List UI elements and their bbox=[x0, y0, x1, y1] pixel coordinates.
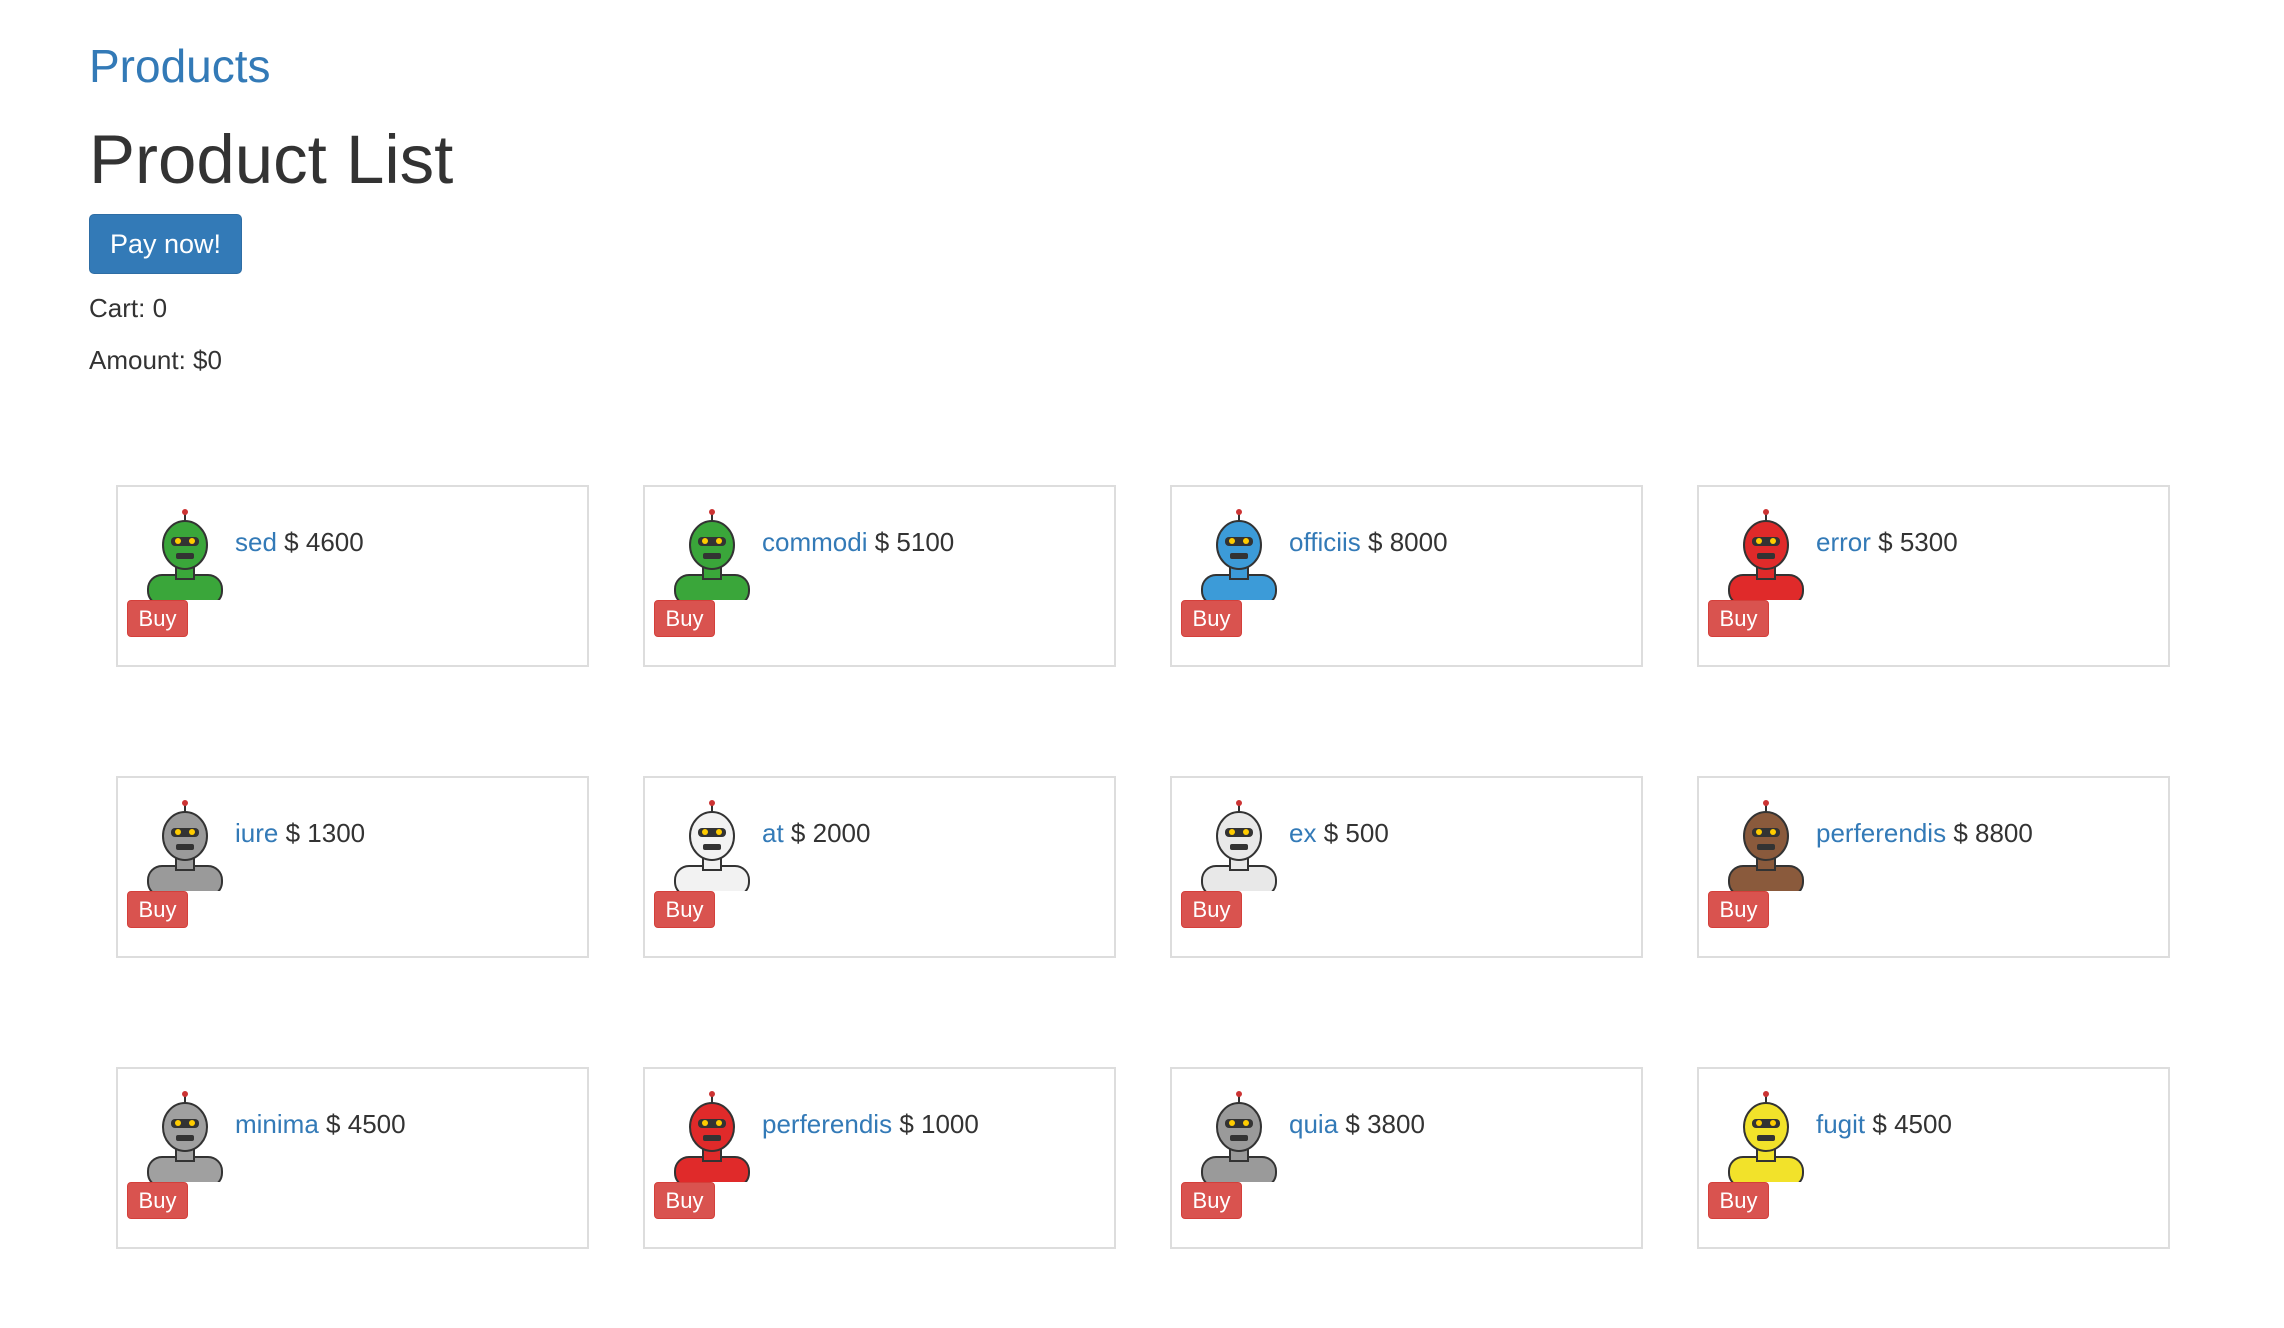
product-price: 4500 bbox=[1894, 1109, 1952, 1139]
product-info: ex $ 500 bbox=[1289, 818, 1389, 848]
buy-button[interactable]: Buy bbox=[654, 600, 715, 637]
product-name-link[interactable]: quia bbox=[1289, 1109, 1338, 1139]
product-info: at $ 2000 bbox=[762, 818, 870, 848]
product-card: perferendis $ 8800 Buy bbox=[1697, 776, 2170, 958]
product-card: at $ 2000 Buy bbox=[643, 776, 1116, 958]
product-card: iure $ 1300 Buy bbox=[116, 776, 589, 958]
robot-gray-small-icon bbox=[140, 1091, 230, 1182]
robot-yellow-icon bbox=[1721, 1091, 1811, 1182]
product-info: fugit $ 4500 bbox=[1816, 1109, 1952, 1139]
currency-symbol: $ bbox=[1345, 1109, 1360, 1139]
product-card: quia $ 3800 Buy bbox=[1170, 1067, 1643, 1249]
product-info: error $ 5300 bbox=[1816, 527, 1958, 557]
robot-gray-icon bbox=[140, 800, 230, 891]
product-info: quia $ 3800 bbox=[1289, 1109, 1425, 1139]
currency-symbol: $ bbox=[1872, 1109, 1887, 1139]
product-price: 1300 bbox=[307, 818, 366, 848]
product-price: 8000 bbox=[1389, 527, 1448, 557]
buy-button[interactable]: Buy bbox=[1181, 1182, 1242, 1219]
product-name-link[interactable]: iure bbox=[235, 818, 278, 848]
product-info: perferendis $ 1000 bbox=[762, 1109, 979, 1139]
buy-button[interactable]: Buy bbox=[1708, 1182, 1769, 1219]
buy-button[interactable]: Buy bbox=[127, 891, 188, 928]
product-grid: sed $ 4600 Buy commodi $ 5100 Buy officiis $… bbox=[116, 485, 2178, 1249]
robot-red-antenna-icon bbox=[667, 1091, 757, 1182]
pay-now-button[interactable]: Pay now! bbox=[89, 214, 242, 274]
product-name-link[interactable]: fugit bbox=[1816, 1109, 1865, 1139]
robot-green-antenna-icon bbox=[667, 509, 757, 600]
robot-brown-icon bbox=[1721, 800, 1811, 891]
product-name-link[interactable]: officiis bbox=[1289, 527, 1361, 557]
product-name-link[interactable]: error bbox=[1816, 527, 1871, 557]
product-card: perferendis $ 1000 Buy bbox=[643, 1067, 1116, 1249]
product-price: 5100 bbox=[896, 527, 955, 557]
product-card: ex $ 500 Buy bbox=[1170, 776, 1643, 958]
currency-symbol: $ bbox=[874, 527, 890, 557]
robot-green-icon bbox=[140, 509, 230, 600]
product-price: 3800 bbox=[1367, 1109, 1425, 1139]
currency-symbol: $ bbox=[1878, 527, 1893, 557]
product-name-link[interactable]: at bbox=[762, 818, 784, 848]
product-price: 8800 bbox=[1975, 818, 2033, 848]
product-card: commodi $ 5100 Buy bbox=[643, 485, 1116, 667]
buy-button[interactable]: Buy bbox=[1708, 891, 1769, 928]
product-price: 4600 bbox=[305, 527, 364, 557]
product-info: iure $ 1300 bbox=[235, 818, 365, 848]
page-title: Product List bbox=[89, 121, 454, 198]
buy-button[interactable]: Buy bbox=[127, 600, 188, 637]
product-name-link[interactable]: perferendis bbox=[1816, 818, 1946, 848]
robot-gray-can-icon bbox=[1194, 1091, 1284, 1182]
product-info: officiis $ 8000 bbox=[1289, 527, 1448, 557]
product-info: minima $ 4500 bbox=[235, 1109, 406, 1139]
product-name-link[interactable]: minima bbox=[235, 1109, 319, 1139]
cart-amount: Amount: $0 bbox=[89, 345, 222, 375]
robot-blue-icon bbox=[1194, 509, 1284, 600]
robot-white-icon bbox=[667, 800, 757, 891]
buy-button[interactable]: Buy bbox=[654, 891, 715, 928]
buy-button[interactable]: Buy bbox=[1181, 600, 1242, 637]
product-card: fugit $ 4500 Buy bbox=[1697, 1067, 2170, 1249]
currency-symbol: $ bbox=[284, 527, 299, 557]
currency-symbol: $ bbox=[790, 818, 806, 848]
product-card: sed $ 4600 Buy bbox=[116, 485, 589, 667]
product-name-link[interactable]: sed bbox=[235, 527, 277, 557]
brand-link[interactable]: Products bbox=[89, 38, 271, 94]
buy-button[interactable]: Buy bbox=[1708, 600, 1769, 637]
product-name-link[interactable]: commodi bbox=[762, 527, 867, 557]
cart-count: Cart: 0 bbox=[89, 293, 168, 323]
product-info: perferendis $ 8800 bbox=[1816, 818, 2033, 848]
currency-symbol: $ bbox=[1323, 818, 1339, 848]
currency-symbol: $ bbox=[899, 1109, 914, 1139]
product-price: 4500 bbox=[347, 1109, 406, 1139]
product-info: sed $ 4600 bbox=[235, 527, 364, 557]
product-card: officiis $ 8000 Buy bbox=[1170, 485, 1643, 667]
robot-red-icon bbox=[1721, 509, 1811, 600]
product-name-link[interactable]: perferendis bbox=[762, 1109, 892, 1139]
buy-button[interactable]: Buy bbox=[127, 1182, 188, 1219]
product-card: minima $ 4500 Buy bbox=[116, 1067, 589, 1249]
currency-symbol: $ bbox=[1953, 818, 1968, 848]
product-card: error $ 5300 Buy bbox=[1697, 485, 2170, 667]
product-price: 5300 bbox=[1899, 527, 1958, 557]
currency-symbol: $ bbox=[285, 818, 301, 848]
product-name-link[interactable]: ex bbox=[1289, 818, 1316, 848]
product-price: 1000 bbox=[921, 1109, 979, 1139]
buy-button[interactable]: Buy bbox=[654, 1182, 715, 1219]
currency-symbol: $ bbox=[326, 1109, 341, 1139]
product-price: 2000 bbox=[812, 818, 871, 848]
buy-button[interactable]: Buy bbox=[1181, 891, 1242, 928]
product-info: commodi $ 5100 bbox=[762, 527, 954, 557]
product-price: 500 bbox=[1345, 818, 1389, 848]
robot-white-grin-icon bbox=[1194, 800, 1284, 891]
currency-symbol: $ bbox=[1368, 527, 1383, 557]
